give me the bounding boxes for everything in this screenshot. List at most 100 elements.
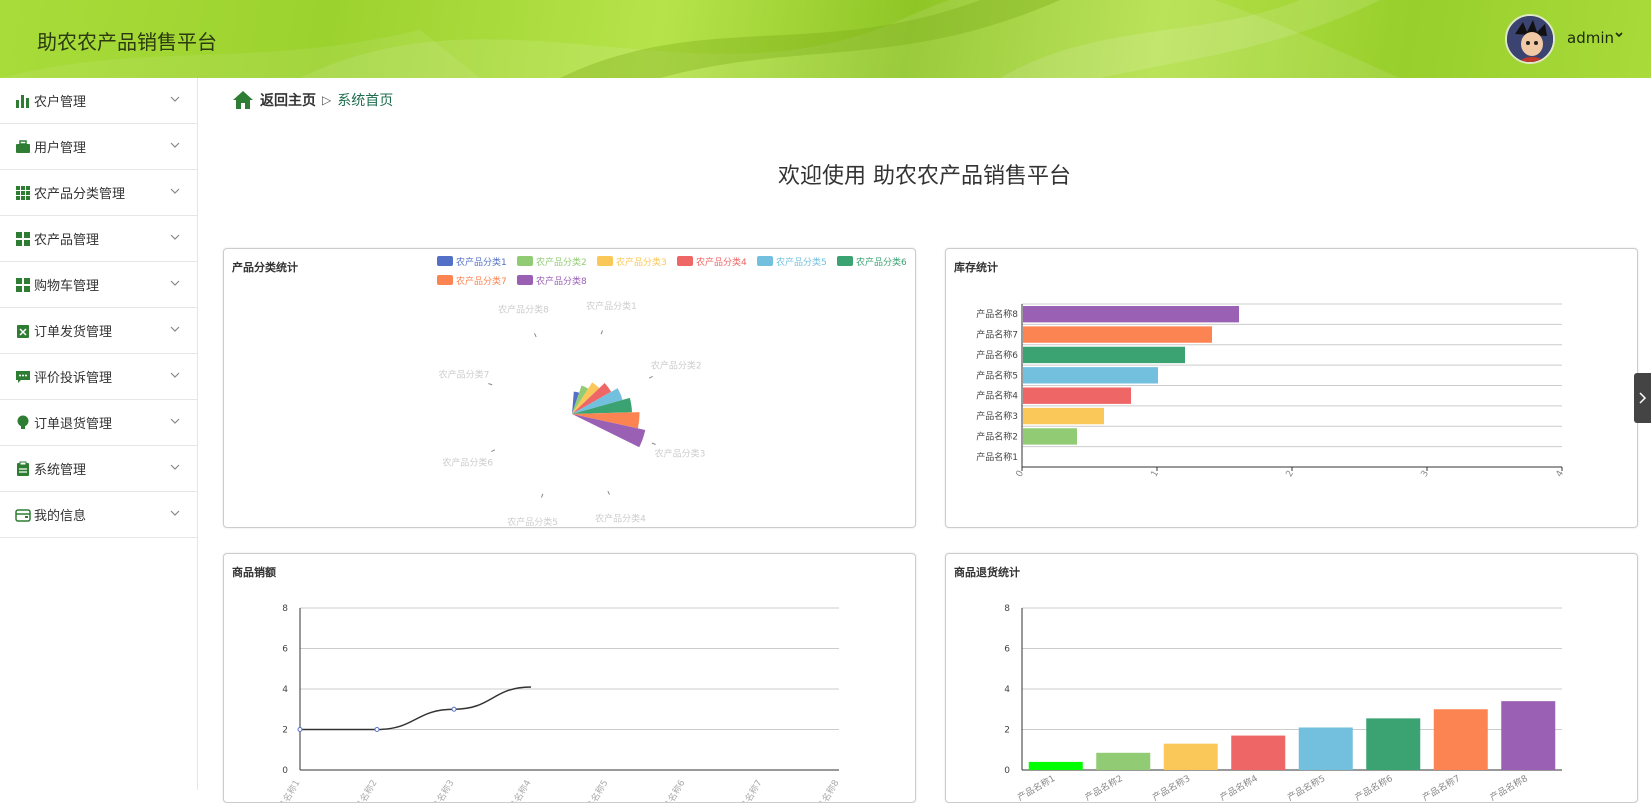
sidebar-item-label: 我的信息 <box>34 505 86 524</box>
bar <box>1096 753 1150 770</box>
legend-label: 农产品分类1 <box>456 256 507 268</box>
legend-label: 农产品分类4 <box>696 256 747 268</box>
sidebar-item-label: 系统管理 <box>34 459 86 478</box>
bar <box>1231 736 1285 770</box>
avatar[interactable] <box>1505 14 1555 64</box>
user-name[interactable]: admin <box>1567 29 1614 47</box>
data-point <box>452 707 456 711</box>
dashboard-icon <box>15 231 31 247</box>
data-point <box>298 728 302 732</box>
chevron-down-icon[interactable] <box>169 277 181 289</box>
clipboard-icon <box>15 461 31 477</box>
chevron-down-icon[interactable] <box>169 507 181 519</box>
x-tick-label: 产品名称5 <box>1285 772 1327 803</box>
pie-slice-label: 农产品分类3 <box>655 447 706 459</box>
y-tick-label: 产品名称7 <box>976 329 1018 341</box>
sidebar-item-10[interactable]: 我的信息 <box>0 492 197 538</box>
pie-slice-label: 农产品分类5 <box>507 516 558 528</box>
x-tick-label: 产品名称3 <box>1150 772 1192 803</box>
bar <box>1434 709 1488 770</box>
chevron-down-icon[interactable] <box>1614 30 1624 40</box>
y-tick-label: 产品名称6 <box>976 349 1018 361</box>
legend-label: 农产品分类6 <box>856 256 907 268</box>
pie-label-line <box>491 450 495 452</box>
sales-amount-card: 商品销额 02468产品名称1产品名称2产品名称3产品名称4产品名称5产品名称6… <box>223 553 916 803</box>
top-header: 助农农产品销售平台 admin <box>0 0 1651 78</box>
x-tick-label: 产品名称6 <box>656 777 687 803</box>
chevron-down-icon[interactable] <box>169 415 181 427</box>
y-tick-label: 0 <box>1004 766 1010 776</box>
x-tick-label: 产品名称8 <box>810 777 841 803</box>
pie-slice-label: 农产品分类8 <box>498 304 549 316</box>
app-title: 助农农产品销售平台 <box>37 26 217 55</box>
y-tick-label: 0 <box>282 766 288 776</box>
chevron-down-icon[interactable] <box>169 139 181 151</box>
x-tick-label: 产品名称7 <box>733 778 764 803</box>
pie-slice-label: 农产品分类7 <box>439 369 490 381</box>
category-stats-card: 产品分类统计 农产品分类1农产品分类2农产品分类3农产品分类4农产品分类5农产品… <box>223 248 916 528</box>
sidebar-item-label: 农产品分类管理 <box>34 183 125 202</box>
data-point <box>375 728 379 732</box>
x-tick-label: 产品名称2 <box>348 778 379 803</box>
y-tick-label: 6 <box>1004 645 1010 655</box>
sales-line <box>300 687 531 730</box>
grid-icon <box>15 185 31 201</box>
bar <box>1164 744 1218 770</box>
sidebar-item-label: 用户管理 <box>34 137 86 156</box>
clipboard-x-icon <box>15 323 31 339</box>
pie-label-line <box>652 443 656 444</box>
y-tick-label: 产品名称3 <box>976 410 1018 422</box>
chevron-down-icon[interactable] <box>169 323 181 335</box>
pie-label-line <box>488 383 492 384</box>
breadcrumb-home-link[interactable]: 返回主页 <box>260 90 316 110</box>
sidebar-item-5[interactable]: 购物车管理 <box>0 262 197 308</box>
chevron-down-icon[interactable] <box>169 231 181 243</box>
sales-line-chart: 02468产品名称1产品名称2产品名称3产品名称4产品名称5产品名称6产品名称7… <box>224 554 916 803</box>
y-tick-label: 产品名称1 <box>976 451 1018 463</box>
legend-swatch <box>437 256 453 266</box>
y-tick-label: 产品名称4 <box>976 390 1018 402</box>
sidebar-item-7[interactable]: 评价投诉管理 <box>0 354 197 400</box>
pie-chart: 农产品分类1农产品分类2农产品分类3农产品分类4农产品分类5农产品分类6农产品分… <box>224 249 916 528</box>
chevron-down-icon[interactable] <box>169 93 181 105</box>
bar <box>1023 408 1104 424</box>
x-tick-label: 产品名称2 <box>1083 772 1125 803</box>
sidebar-item-label: 订单退货管理 <box>34 413 112 432</box>
pie-label-line <box>541 494 542 498</box>
x-tick-label: 产品名称4 <box>502 777 533 803</box>
sidebar-item-8[interactable]: 订单退货管理 <box>0 400 197 446</box>
sidebar-item-label: 农产品管理 <box>34 229 99 248</box>
x-tick-label: 产品名称8 <box>1488 772 1530 803</box>
y-tick-label: 2 <box>282 726 288 736</box>
y-tick-label: 6 <box>282 645 288 655</box>
sidebar-item-6[interactable]: 订单发货管理 <box>0 308 197 354</box>
legend-label: 农产品分类8 <box>536 275 587 287</box>
sidebar-item-4[interactable]: 农产品管理 <box>0 216 197 262</box>
sidebar-item-2[interactable]: 用户管理 <box>0 124 197 170</box>
y-tick-label: 产品名称2 <box>976 430 1018 442</box>
bar <box>1023 326 1212 342</box>
home-icon[interactable] <box>232 90 254 110</box>
header-wave-background <box>0 0 1651 78</box>
y-tick-label: 产品名称5 <box>976 369 1018 381</box>
side-panel-toggle[interactable] <box>1634 373 1651 423</box>
breadcrumb-separator: ▷ <box>322 93 331 107</box>
returns-stats-card: 商品退货统计 02468产品名称1产品名称2产品名称3产品名称4产品名称5产品名… <box>945 553 1638 803</box>
legend-label: 农产品分类5 <box>776 256 827 268</box>
chevron-down-icon[interactable] <box>169 461 181 473</box>
pie-slice-label: 农产品分类6 <box>442 457 493 469</box>
x-tick-label: 产品名称6 <box>1353 772 1395 803</box>
bar <box>1023 367 1158 383</box>
sidebar-item-3[interactable]: 农产品分类管理 <box>0 170 197 216</box>
legend-swatch <box>837 256 853 266</box>
y-tick-label: 4 <box>1004 685 1010 695</box>
briefcase-icon <box>15 139 31 155</box>
bar <box>1029 762 1083 770</box>
inventory-stats-card: 库存统计 产品名称1产品名称2产品名称3产品名称4产品名称5产品名称6产品名称7… <box>945 248 1638 528</box>
chevron-down-icon[interactable] <box>169 185 181 197</box>
sidebar-item-1[interactable]: 农户管理 <box>0 78 197 124</box>
bar <box>1501 701 1555 770</box>
chevron-down-icon[interactable] <box>169 369 181 381</box>
legend-swatch <box>437 275 453 285</box>
sidebar-item-9[interactable]: 系统管理 <box>0 446 197 492</box>
